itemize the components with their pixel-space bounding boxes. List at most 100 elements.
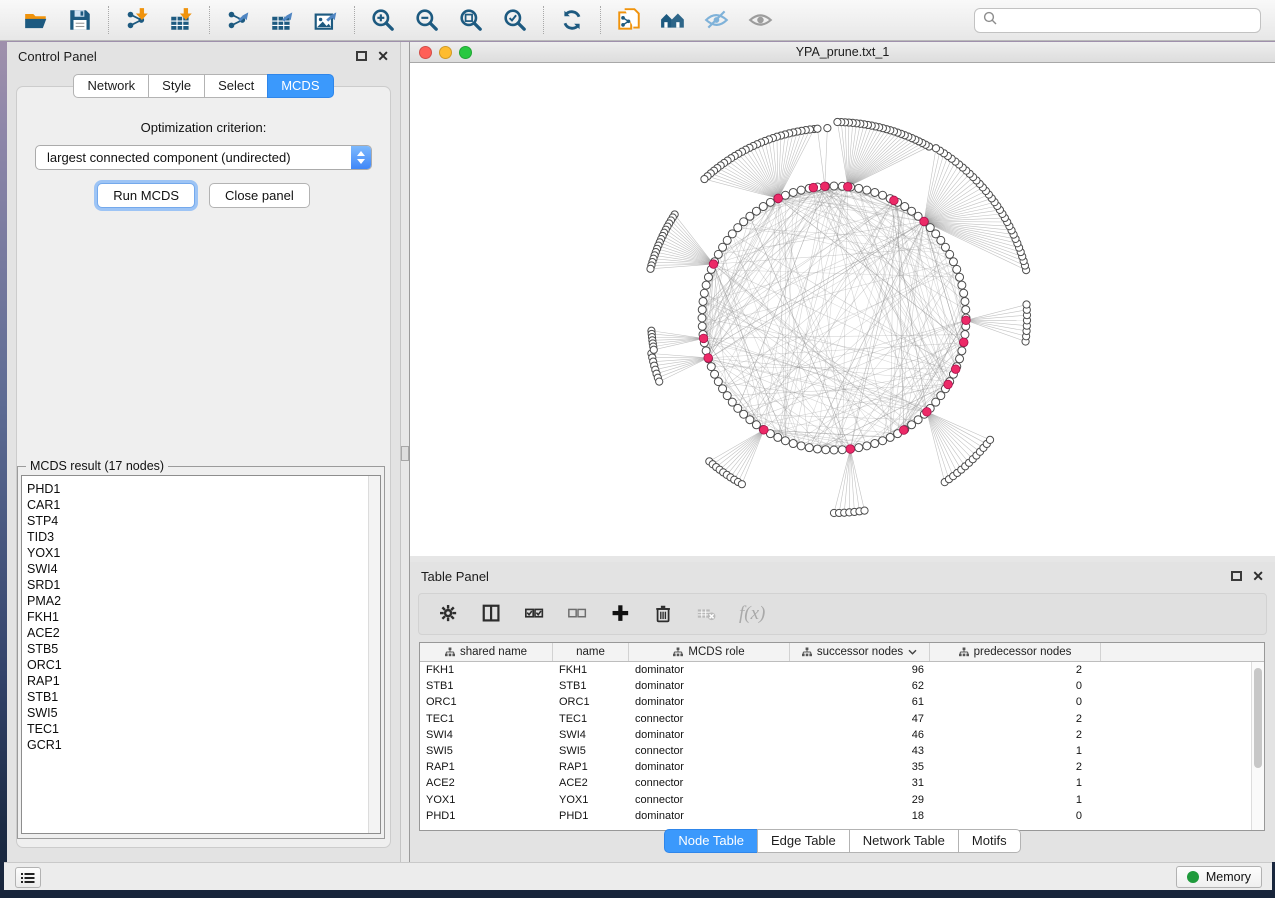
mcds-result-item[interactable]: STB1 xyxy=(22,689,380,705)
mcds-result-item[interactable]: TEC1 xyxy=(22,721,380,737)
tab-network[interactable]: Network xyxy=(73,74,149,98)
network-node[interactable] xyxy=(698,322,706,330)
network-node[interactable] xyxy=(700,289,708,297)
tab-select[interactable]: Select xyxy=(204,74,268,98)
network-node[interactable] xyxy=(962,306,970,314)
mcds-hub-node[interactable] xyxy=(951,365,960,374)
table-row[interactable]: ORC1ORC1dominator610 xyxy=(420,694,1251,710)
network-node[interactable] xyxy=(949,258,957,266)
memory-button[interactable]: Memory xyxy=(1176,866,1262,888)
mcds-list-scrollbar[interactable] xyxy=(368,476,380,833)
tab-node-table[interactable]: Node Table xyxy=(664,829,758,853)
column-header-mcds-role[interactable]: MCDS role xyxy=(629,643,790,661)
network-leaf-node[interactable] xyxy=(932,145,939,152)
mcds-result-item[interactable]: STB5 xyxy=(22,641,380,657)
table-row[interactable]: YOX1YOX1connector291 xyxy=(420,792,1251,808)
network-node[interactable] xyxy=(702,281,710,289)
duplicate-network-button[interactable] xyxy=(615,6,643,34)
network-node[interactable] xyxy=(830,182,838,190)
column-header-predecessor-nodes[interactable]: predecessor nodes xyxy=(930,643,1101,661)
network-node[interactable] xyxy=(707,363,715,371)
mcds-result-item[interactable]: ORC1 xyxy=(22,657,380,673)
column-visibility-button[interactable] xyxy=(481,603,503,625)
mcds-hub-node[interactable] xyxy=(760,426,769,435)
network-node[interactable] xyxy=(789,440,797,448)
network-node[interactable] xyxy=(822,446,830,454)
mcds-hub-node[interactable] xyxy=(709,260,718,269)
export-network-button[interactable] xyxy=(224,6,252,34)
tab-mcds[interactable]: MCDS xyxy=(267,74,333,98)
function-builder-button[interactable]: f(x) xyxy=(739,603,765,625)
network-leaf-node[interactable] xyxy=(738,481,745,488)
table-scrollbar[interactable] xyxy=(1251,662,1264,830)
save-session-button[interactable] xyxy=(66,6,94,34)
network-leaf-node[interactable] xyxy=(861,507,868,514)
close-table-panel-icon[interactable]: ✕ xyxy=(1252,571,1264,581)
mcds-hub-node[interactable] xyxy=(774,194,783,203)
mcds-hub-node[interactable] xyxy=(959,338,968,347)
optimization-criterion-dropdown[interactable]: largest connected component (undirected) xyxy=(35,145,372,170)
network-node[interactable] xyxy=(958,281,966,289)
network-node[interactable] xyxy=(719,243,727,251)
show-all-button[interactable] xyxy=(747,6,775,34)
network-node[interactable] xyxy=(797,186,805,194)
tab-edge-table[interactable]: Edge Table xyxy=(757,829,850,853)
network-node[interactable] xyxy=(953,265,961,273)
mcds-result-item[interactable]: SRD1 xyxy=(22,577,380,593)
zoom-fit-button[interactable] xyxy=(457,6,485,34)
mcds-result-item[interactable]: GCR1 xyxy=(22,737,380,753)
network-node[interactable] xyxy=(830,446,838,454)
hide-selected-button[interactable] xyxy=(703,6,731,34)
table-row[interactable]: RAP1RAP1dominator352 xyxy=(420,759,1251,775)
export-table-button[interactable] xyxy=(268,6,296,34)
network-node[interactable] xyxy=(855,444,863,452)
network-leaf-node[interactable] xyxy=(647,265,654,272)
network-leaf-node[interactable] xyxy=(650,346,657,353)
mcds-result-item[interactable]: CAR1 xyxy=(22,497,380,513)
network-node[interactable] xyxy=(961,331,969,339)
network-node[interactable] xyxy=(714,378,722,386)
mcds-result-item[interactable]: SWI5 xyxy=(22,705,380,721)
vertical-splitter[interactable] xyxy=(400,42,410,862)
task-history-button[interactable] xyxy=(15,867,41,888)
network-node[interactable] xyxy=(960,289,968,297)
deselect-all-rows-button[interactable] xyxy=(567,603,589,625)
network-leaf-node[interactable] xyxy=(986,436,993,443)
open-session-button[interactable] xyxy=(22,6,50,34)
network-canvas[interactable] xyxy=(410,63,1275,556)
network-node[interactable] xyxy=(704,273,712,281)
add-column-button[interactable] xyxy=(610,603,632,625)
close-window-icon[interactable] xyxy=(419,46,432,59)
maximize-window-icon[interactable] xyxy=(459,46,472,59)
table-mode-gear-button[interactable] xyxy=(438,603,460,625)
network-node[interactable] xyxy=(863,186,871,194)
network-node[interactable] xyxy=(958,347,966,355)
mcds-result-item[interactable]: YOX1 xyxy=(22,545,380,561)
mcds-result-item[interactable]: SWI4 xyxy=(22,561,380,577)
float-table-panel-icon[interactable] xyxy=(1231,571,1242,581)
minimize-window-icon[interactable] xyxy=(439,46,452,59)
network-node[interactable] xyxy=(699,297,707,305)
network-node[interactable] xyxy=(901,203,909,211)
mcds-result-list[interactable]: PHD1CAR1STP4TID3YOX1SWI4SRD1PMA2FKH1ACE2… xyxy=(21,475,381,834)
network-node[interactable] xyxy=(698,314,706,322)
import-network-button[interactable] xyxy=(123,6,151,34)
network-node[interactable] xyxy=(698,306,706,314)
mcds-hub-node[interactable] xyxy=(890,196,899,205)
network-leaf-node[interactable] xyxy=(834,118,841,125)
network-leaf-node[interactable] xyxy=(814,125,821,132)
network-node[interactable] xyxy=(789,188,797,196)
mcds-hub-node[interactable] xyxy=(843,182,852,191)
tab-network-table[interactable]: Network Table xyxy=(849,829,959,853)
mcds-hub-node[interactable] xyxy=(699,334,708,343)
mcds-hub-node[interactable] xyxy=(920,217,929,226)
network-node[interactable] xyxy=(766,198,774,206)
mcds-result-item[interactable]: PHD1 xyxy=(22,481,380,497)
mcds-hub-node[interactable] xyxy=(899,426,908,435)
close-panel-icon[interactable]: ✕ xyxy=(377,51,389,61)
mcds-result-item[interactable]: STP4 xyxy=(22,513,380,529)
close-panel-button[interactable]: Close panel xyxy=(209,183,310,208)
mcds-hub-node[interactable] xyxy=(923,408,932,417)
column-header-successor-nodes[interactable]: successor nodes xyxy=(790,643,930,661)
delete-selected-button[interactable] xyxy=(653,603,675,625)
